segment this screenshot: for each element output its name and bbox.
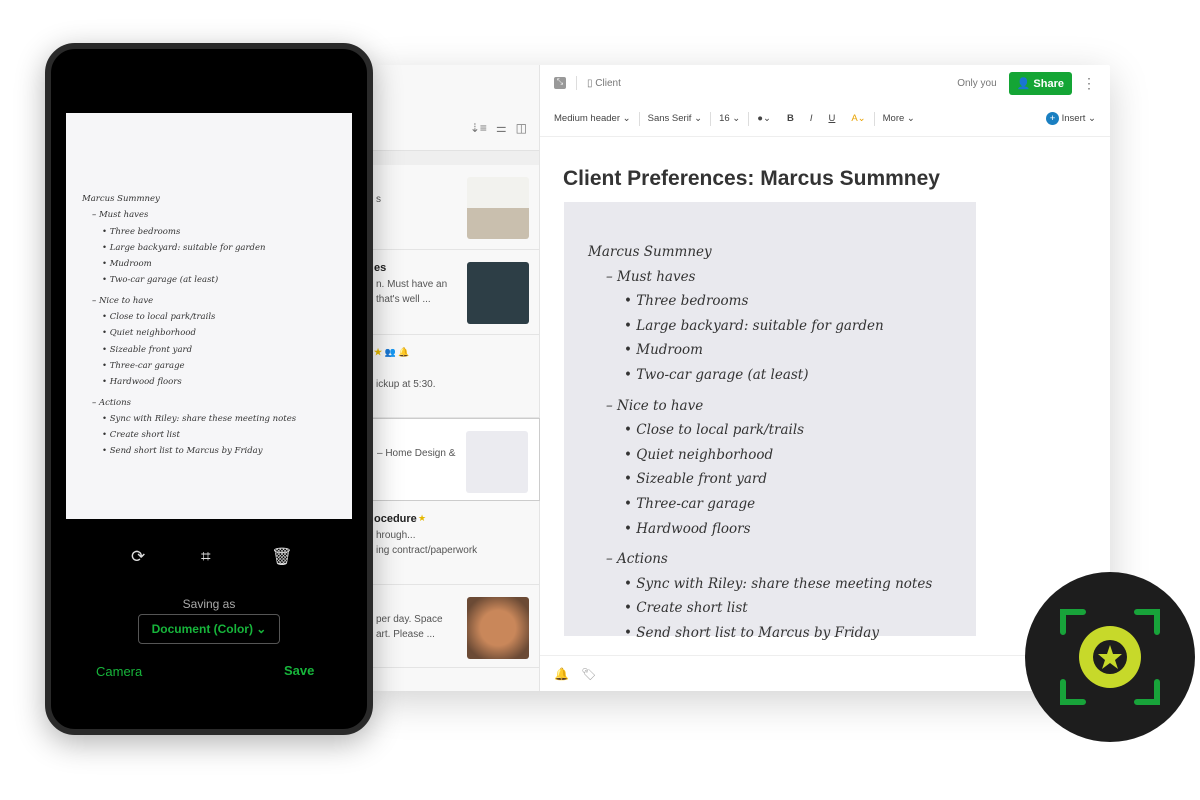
snippet: ing contract/paperwork [376,545,478,556]
handwritten-line: • Create short list [102,430,180,441]
handwritten-line: Marcus Summney [82,194,160,204]
handwritten-line: • Quiet neighborhood [624,446,774,463]
color-picker[interactable]: ●⌄ [757,113,771,124]
list-item[interactable]: ocedure ★ hrough... ing contract/paperwork [370,501,540,585]
handwritten-line: • Large backyard: suitable for garden [624,317,884,334]
handwritten-note-image: Marcus Summney – Must haves • Three bedroo… [564,202,976,641]
sort-icon[interactable]: ⇣≡ [470,121,487,135]
snippet: ickup at 5:30. [376,379,436,390]
rotate-icon[interactable]: ⟳ [131,547,145,567]
snippet: n. Must have an [376,279,448,290]
save-button[interactable]: Save [284,663,314,678]
notebook-icon: ▯ [587,77,596,89]
handwritten-line: • Sync with Riley: share these meeting n… [624,575,933,592]
app-window: ⇣≡ ⚌ ◫ s es n. Must have an that's well ... … [370,65,1110,691]
italic-button[interactable]: I [810,113,813,124]
highlight-button[interactable]: A⌄ [851,113,865,124]
list-item-selected[interactable]: – Home Design & [370,418,540,501]
reminder-icon: 🔔 [398,347,410,357]
snippet: s [376,194,381,205]
handwritten-line: Marcus Summney [588,244,712,260]
handwritten-line: – Nice to have [606,397,704,414]
title: es [374,262,387,274]
dog-thumbnail [467,597,529,659]
camera-button[interactable]: Camera [96,664,142,679]
note-title[interactable]: Client Preferences: Marcus Summney [563,167,940,191]
handwritten-line: • Three bedrooms [624,293,749,310]
scan-feature-badge [1025,572,1195,742]
scan-star-icon [1060,609,1160,705]
handwritten-line: • Quiet neighborhood [102,328,196,339]
underline-button[interactable]: U [828,113,835,124]
living-room-thumbnail [467,177,529,239]
title: ocedure [374,513,417,525]
handwritten-line: • Mudroom [624,342,703,359]
snippet: hrough... [376,530,416,541]
phone-scanner: Marcus Summney – Must haves • Three bedroo… [45,43,373,735]
handwritten-line: • Close to local park/trails [102,312,216,323]
handwritten-line: • Sizeable front yard [624,471,767,488]
handwritten-line: • Three-car garage [102,360,185,371]
handwritten-line: • Mudroom [102,259,152,270]
style-dropdown[interactable]: Medium header ⌄ [554,113,631,124]
handwritten-line: • Hardwood floors [624,520,751,537]
more-options-icon[interactable]: ⋮ [1082,75,1096,92]
handwritten-line: – Actions [606,551,668,568]
list-item[interactable]: es n. Must have an that's well ... [370,250,540,335]
snippet: art. Please ... [376,629,435,640]
handwritten-line: • Three-car garage [624,495,756,512]
bold-button[interactable]: B [787,113,794,124]
view-icon[interactable]: ◫ [516,121,527,135]
filter-icon[interactable]: ⚌ [496,121,507,135]
share-button[interactable]: 👤 Share [1008,71,1072,95]
shared-icon: 👥 [384,347,396,357]
font-dropdown[interactable]: Sans Serif ⌄ [648,113,702,124]
breadcrumb[interactable]: Client [595,78,621,89]
snippet: per day. Space [376,614,443,625]
handwritten-line: • Create short list [624,600,748,617]
list-item[interactable]: s [370,165,540,250]
handwritten-line: – Actions [92,397,131,408]
handwritten-line: • Two-car garage (at least) [102,275,219,286]
handwritten-line: • Large backyard: suitable for garden [102,242,266,253]
add-reminder-icon[interactable]: 🔔 [554,667,569,681]
size-dropdown[interactable]: 16 ⌄ [719,113,740,124]
more-dropdown[interactable]: More ⌄ [883,113,915,124]
handwritten-line: • Send short list to Marcus by Friday [624,624,879,641]
saving-as-label: Saving as [182,597,236,611]
handwritten-line: • Three bedrooms [102,226,181,237]
star-icon: ★ [418,513,427,523]
list-item[interactable]: ★ 👥 🔔 ickup at 5:30. [370,335,540,418]
plus-icon: + [1045,112,1059,125]
save-mode-dropdown[interactable]: Document (Color) ⌄ [138,614,280,644]
snippet: that's well ... [376,294,431,305]
kitchen-thumbnail [467,262,529,324]
handwritten-line: • Send short list to Marcus by Friday [102,446,263,457]
snippet: – Home Design & [377,448,456,459]
handwritten-line: – Nice to have [92,295,154,306]
handwritten-line: • Sizeable front yard [102,344,193,355]
add-tag-icon[interactable]: 🏷 [581,667,596,681]
handwritten-line: – Must haves [92,210,149,221]
insert-button[interactable]: + Insert ⌄ [1045,112,1096,125]
handwritten-line: • Close to local park/trails [624,422,805,439]
handwritten-line: • Two-car garage (at least) [624,366,809,383]
delete-icon[interactable]: 🗑 [271,547,293,567]
handwritten-line: • Hardwood floors [102,377,182,388]
list-item[interactable]: per day. Space art. Please ... [370,585,540,668]
add-user-icon: 👤 [1016,77,1034,90]
expand-icon[interactable]: ⤡ [554,77,566,89]
handwritten-thumbnail [466,431,528,493]
handwritten-line: – Must haves [606,268,696,285]
scanned-document-preview: Marcus Summney – Must haves • Three bedroo… [66,113,352,519]
crop-icon[interactable]: ⌗ [201,547,211,567]
note-list: ⇣≡ ⚌ ◫ s es n. Must have an that's well ... … [370,65,540,691]
visibility-label: Only you [957,77,997,89]
handwritten-line: • Sync with Riley: share these meeting n… [102,413,297,424]
